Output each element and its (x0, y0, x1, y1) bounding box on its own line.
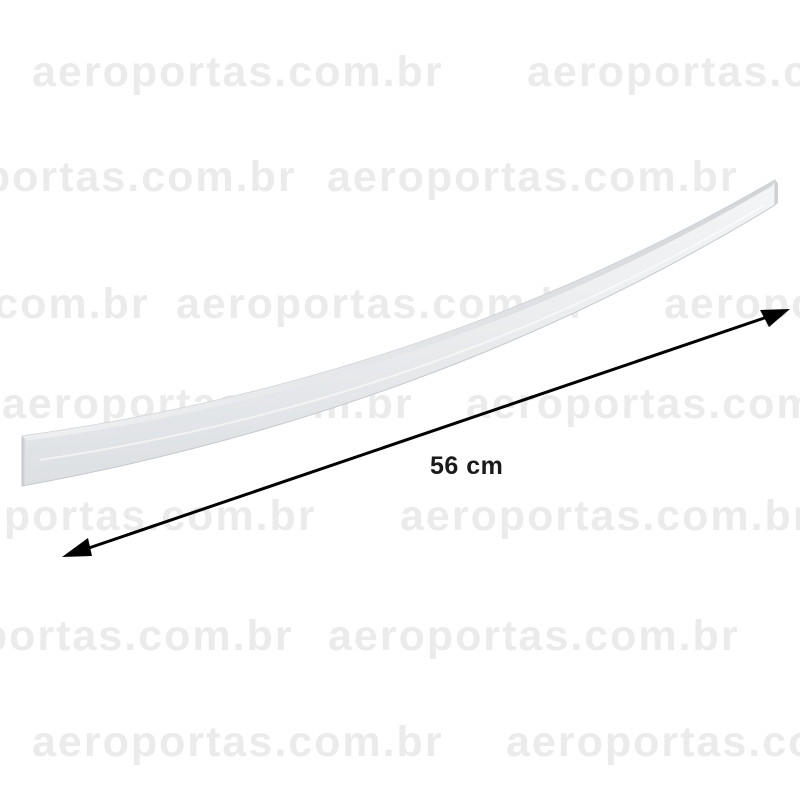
product-image: aeroportas.com.br aeroportas.com.br aero… (0, 0, 800, 800)
curved-handle-icon (21, 179, 778, 487)
product-illustration (21, 179, 790, 557)
dimension-label: 56 cm (430, 452, 504, 480)
